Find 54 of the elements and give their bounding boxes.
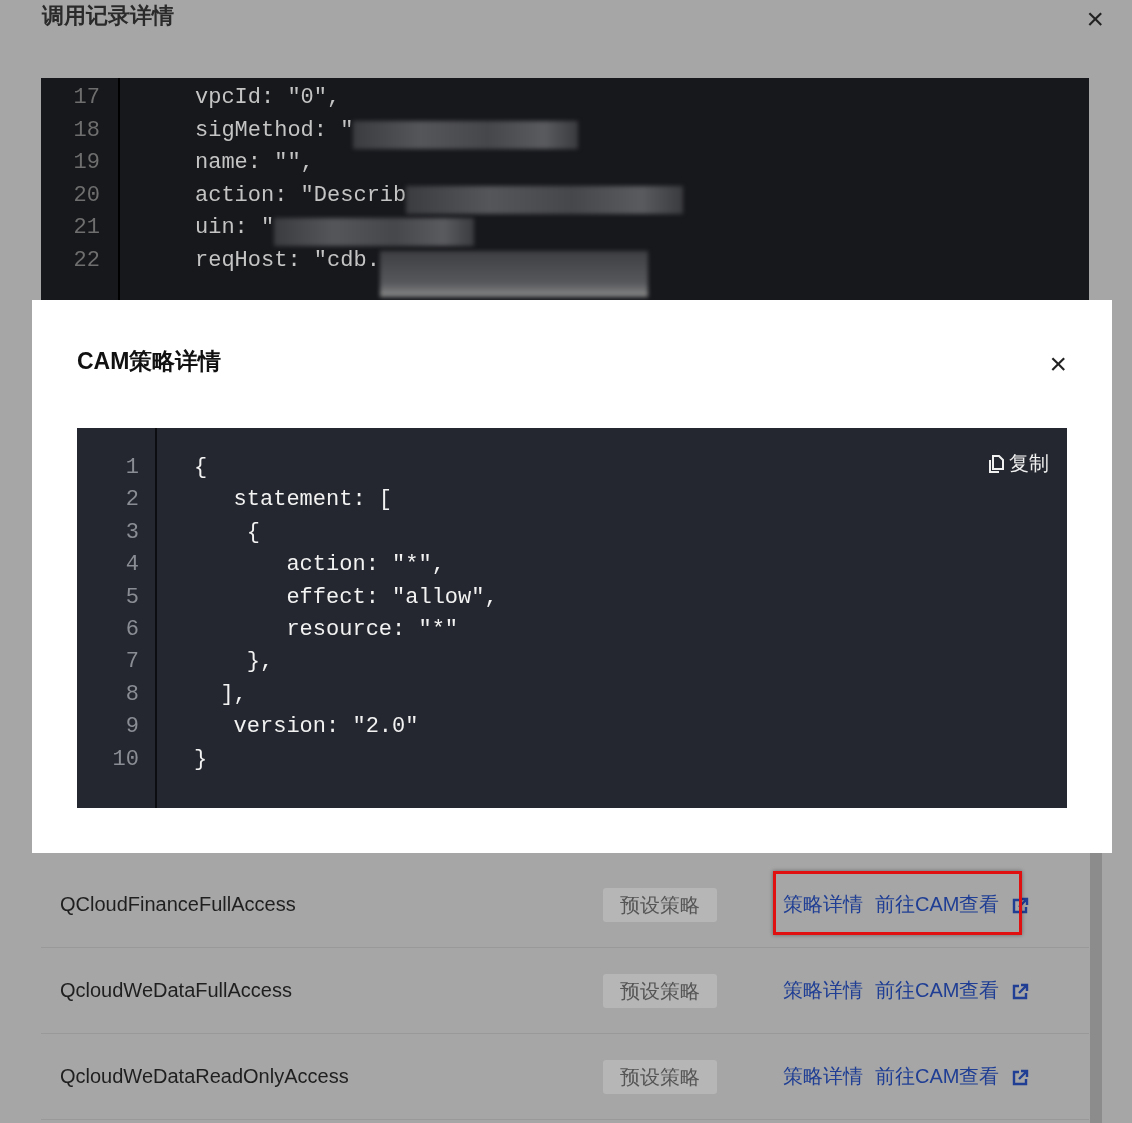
policy-name: QcloudWeDataFullAccess	[59, 979, 293, 1002]
cam-view-link[interactable]: 前往CAM查看	[875, 891, 1000, 918]
policy-type-tag: 预设策略	[603, 973, 717, 1008]
line-number: 10	[111, 746, 140, 774]
line-number: 20	[72, 182, 101, 210]
policy-detail-link[interactable]: 策略详情	[783, 1063, 863, 1090]
policy-type-tag: 预设策略	[603, 887, 717, 922]
policy-detail-link[interactable]: 策略详情	[783, 891, 863, 918]
code-line: effect: "allow",	[285, 584, 498, 610]
code-line: {	[194, 455, 208, 480]
code-line: sigMethod: "	[195, 117, 354, 143]
policy-name: QCloudFinanceFullAccess	[59, 893, 297, 916]
code-line: },	[245, 649, 274, 675]
line-number: 3	[124, 519, 140, 547]
line-number: 1	[124, 455, 140, 482]
line-number: 22	[72, 247, 101, 275]
external-link-icon[interactable]	[1011, 896, 1030, 915]
dialog-title: 调用记录详情	[42, 2, 174, 30]
copy-icon	[988, 454, 1004, 473]
line-number: 19	[72, 150, 101, 177]
policy-type-tag: 预设策略	[603, 1059, 717, 1094]
line-number: 6	[124, 616, 140, 644]
code-line: action: "Describ	[195, 182, 407, 208]
code-line: resource: "*"	[285, 616, 459, 642]
line-number: 8	[124, 681, 140, 709]
line-number: 7	[124, 649, 140, 677]
line-number: 18	[72, 117, 101, 145]
code-line: vpcId: "0",	[195, 85, 341, 110]
cam-view-link[interactable]: 前往CAM查看	[875, 977, 1000, 1004]
cam-view-link[interactable]: 前往CAM查看	[875, 1063, 1000, 1090]
line-number: 9	[124, 714, 140, 742]
line-number: 21	[72, 215, 101, 242]
policy-detail-link[interactable]: 策略详情	[783, 977, 863, 1004]
modal-title: CAM策略详情	[77, 347, 222, 376]
external-link-icon[interactable]	[1011, 982, 1030, 1001]
line-number: 2	[124, 487, 140, 515]
code-line: version: "2.0"	[232, 714, 419, 740]
line-number: 5	[124, 584, 140, 612]
scrollbar-thumb[interactable]	[1090, 850, 1102, 1123]
external-link-icon[interactable]	[1011, 1068, 1030, 1087]
code-line: }	[194, 746, 208, 772]
code-line: ],	[219, 681, 247, 707]
line-number: 17	[72, 85, 101, 112]
line-number: 4	[124, 552, 140, 580]
close-button[interactable]: ×	[1086, 4, 1104, 34]
code-line: {	[245, 519, 260, 545]
copy-button[interactable]: 复制	[988, 450, 1049, 477]
code-line: name: "",	[195, 150, 314, 175]
code-line: action: "*",	[285, 552, 445, 578]
code-line: statement: [	[232, 487, 393, 513]
policy-name: QcloudWeDataReadOnlyAccess	[59, 1065, 350, 1088]
code-line: uin: "	[195, 215, 275, 240]
close-button[interactable]: ×	[1049, 349, 1067, 379]
code-line: reqHost: "cdb.	[195, 247, 380, 273]
